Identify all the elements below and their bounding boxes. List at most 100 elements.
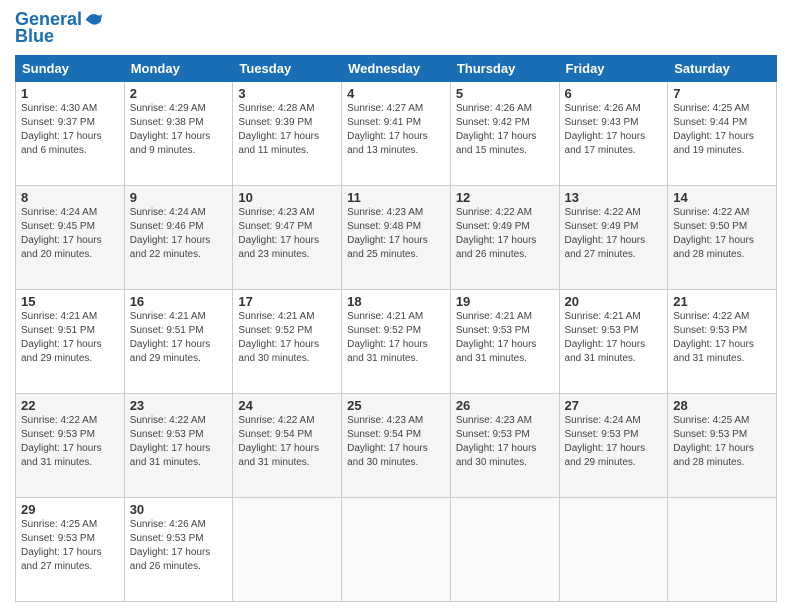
day-number: 11 [347, 190, 445, 205]
calendar-cell: 3Sunrise: 4:28 AMSunset: 9:39 PMDaylight… [233, 82, 342, 186]
day-number: 10 [238, 190, 336, 205]
calendar-cell: 22Sunrise: 4:22 AMSunset: 9:53 PMDayligh… [16, 394, 125, 498]
week-row-3: 15Sunrise: 4:21 AMSunset: 9:51 PMDayligh… [16, 290, 777, 394]
day-info: Sunrise: 4:22 AMSunset: 9:49 PMDaylight:… [456, 206, 554, 262]
day-number: 4 [347, 86, 445, 101]
day-number: 17 [238, 294, 336, 309]
day-info: Sunrise: 4:24 AMSunset: 9:53 PMDaylight:… [565, 414, 663, 470]
day-info: Sunrise: 4:27 AMSunset: 9:41 PMDaylight:… [347, 102, 445, 158]
day-number: 24 [238, 398, 336, 413]
day-number: 5 [456, 86, 554, 101]
calendar-cell [450, 498, 559, 602]
day-info: Sunrise: 4:21 AMSunset: 9:52 PMDaylight:… [238, 310, 336, 366]
calendar-cell [233, 498, 342, 602]
day-number: 22 [21, 398, 119, 413]
week-row-5: 29Sunrise: 4:25 AMSunset: 9:53 PMDayligh… [16, 498, 777, 602]
calendar-cell: 14Sunrise: 4:22 AMSunset: 9:50 PMDayligh… [668, 186, 777, 290]
day-number: 23 [130, 398, 228, 413]
header: General Blue [15, 10, 777, 47]
calendar-header-row: SundayMondayTuesdayWednesdayThursdayFrid… [16, 56, 777, 82]
header-thursday: Thursday [450, 56, 559, 82]
day-info: Sunrise: 4:23 AMSunset: 9:53 PMDaylight:… [456, 414, 554, 470]
calendar-cell: 17Sunrise: 4:21 AMSunset: 9:52 PMDayligh… [233, 290, 342, 394]
calendar-cell: 5Sunrise: 4:26 AMSunset: 9:42 PMDaylight… [450, 82, 559, 186]
calendar-table: SundayMondayTuesdayWednesdayThursdayFrid… [15, 55, 777, 602]
day-info: Sunrise: 4:22 AMSunset: 9:53 PMDaylight:… [21, 414, 119, 470]
calendar-cell: 20Sunrise: 4:21 AMSunset: 9:53 PMDayligh… [559, 290, 668, 394]
day-info: Sunrise: 4:23 AMSunset: 9:54 PMDaylight:… [347, 414, 445, 470]
day-number: 1 [21, 86, 119, 101]
day-number: 6 [565, 86, 663, 101]
header-wednesday: Wednesday [342, 56, 451, 82]
calendar-cell: 26Sunrise: 4:23 AMSunset: 9:53 PMDayligh… [450, 394, 559, 498]
day-info: Sunrise: 4:28 AMSunset: 9:39 PMDaylight:… [238, 102, 336, 158]
day-number: 26 [456, 398, 554, 413]
week-row-1: 1Sunrise: 4:30 AMSunset: 9:37 PMDaylight… [16, 82, 777, 186]
header-saturday: Saturday [668, 56, 777, 82]
day-info: Sunrise: 4:21 AMSunset: 9:51 PMDaylight:… [21, 310, 119, 366]
day-info: Sunrise: 4:22 AMSunset: 9:53 PMDaylight:… [130, 414, 228, 470]
day-info: Sunrise: 4:23 AMSunset: 9:47 PMDaylight:… [238, 206, 336, 262]
logo: General Blue [15, 10, 104, 47]
day-number: 12 [456, 190, 554, 205]
calendar-cell: 6Sunrise: 4:26 AMSunset: 9:43 PMDaylight… [559, 82, 668, 186]
day-number: 3 [238, 86, 336, 101]
day-number: 9 [130, 190, 228, 205]
calendar-cell: 16Sunrise: 4:21 AMSunset: 9:51 PMDayligh… [124, 290, 233, 394]
day-number: 2 [130, 86, 228, 101]
header-friday: Friday [559, 56, 668, 82]
day-info: Sunrise: 4:21 AMSunset: 9:52 PMDaylight:… [347, 310, 445, 366]
calendar-cell: 27Sunrise: 4:24 AMSunset: 9:53 PMDayligh… [559, 394, 668, 498]
header-sunday: Sunday [16, 56, 125, 82]
day-number: 28 [673, 398, 771, 413]
calendar-cell: 1Sunrise: 4:30 AMSunset: 9:37 PMDaylight… [16, 82, 125, 186]
calendar-cell: 28Sunrise: 4:25 AMSunset: 9:53 PMDayligh… [668, 394, 777, 498]
day-number: 29 [21, 502, 119, 517]
calendar-cell: 4Sunrise: 4:27 AMSunset: 9:41 PMDaylight… [342, 82, 451, 186]
calendar-cell: 8Sunrise: 4:24 AMSunset: 9:45 PMDaylight… [16, 186, 125, 290]
day-number: 21 [673, 294, 771, 309]
day-number: 16 [130, 294, 228, 309]
calendar-cell: 24Sunrise: 4:22 AMSunset: 9:54 PMDayligh… [233, 394, 342, 498]
day-info: Sunrise: 4:26 AMSunset: 9:42 PMDaylight:… [456, 102, 554, 158]
calendar-cell: 25Sunrise: 4:23 AMSunset: 9:54 PMDayligh… [342, 394, 451, 498]
day-info: Sunrise: 4:22 AMSunset: 9:50 PMDaylight:… [673, 206, 771, 262]
calendar-cell: 23Sunrise: 4:22 AMSunset: 9:53 PMDayligh… [124, 394, 233, 498]
day-info: Sunrise: 4:24 AMSunset: 9:46 PMDaylight:… [130, 206, 228, 262]
header-tuesday: Tuesday [233, 56, 342, 82]
day-info: Sunrise: 4:22 AMSunset: 9:53 PMDaylight:… [673, 310, 771, 366]
day-info: Sunrise: 4:29 AMSunset: 9:38 PMDaylight:… [130, 102, 228, 158]
day-info: Sunrise: 4:26 AMSunset: 9:43 PMDaylight:… [565, 102, 663, 158]
day-info: Sunrise: 4:26 AMSunset: 9:53 PMDaylight:… [130, 518, 228, 574]
day-info: Sunrise: 4:21 AMSunset: 9:51 PMDaylight:… [130, 310, 228, 366]
calendar-cell: 15Sunrise: 4:21 AMSunset: 9:51 PMDayligh… [16, 290, 125, 394]
day-info: Sunrise: 4:25 AMSunset: 9:44 PMDaylight:… [673, 102, 771, 158]
day-number: 18 [347, 294, 445, 309]
calendar-cell: 13Sunrise: 4:22 AMSunset: 9:49 PMDayligh… [559, 186, 668, 290]
calendar-cell: 30Sunrise: 4:26 AMSunset: 9:53 PMDayligh… [124, 498, 233, 602]
day-info: Sunrise: 4:25 AMSunset: 9:53 PMDaylight:… [673, 414, 771, 470]
page: General Blue SundayMondayTuesdayWednesda… [0, 0, 792, 612]
calendar-cell: 7Sunrise: 4:25 AMSunset: 9:44 PMDaylight… [668, 82, 777, 186]
calendar-cell: 2Sunrise: 4:29 AMSunset: 9:38 PMDaylight… [124, 82, 233, 186]
calendar-cell: 21Sunrise: 4:22 AMSunset: 9:53 PMDayligh… [668, 290, 777, 394]
day-number: 30 [130, 502, 228, 517]
day-info: Sunrise: 4:22 AMSunset: 9:49 PMDaylight:… [565, 206, 663, 262]
day-info: Sunrise: 4:22 AMSunset: 9:54 PMDaylight:… [238, 414, 336, 470]
day-info: Sunrise: 4:24 AMSunset: 9:45 PMDaylight:… [21, 206, 119, 262]
calendar-cell: 11Sunrise: 4:23 AMSunset: 9:48 PMDayligh… [342, 186, 451, 290]
day-number: 15 [21, 294, 119, 309]
calendar-cell: 19Sunrise: 4:21 AMSunset: 9:53 PMDayligh… [450, 290, 559, 394]
logo-icon [84, 10, 104, 30]
week-row-2: 8Sunrise: 4:24 AMSunset: 9:45 PMDaylight… [16, 186, 777, 290]
day-number: 8 [21, 190, 119, 205]
day-number: 13 [565, 190, 663, 205]
calendar-cell [668, 498, 777, 602]
day-number: 27 [565, 398, 663, 413]
header-monday: Monday [124, 56, 233, 82]
calendar-cell [342, 498, 451, 602]
day-number: 14 [673, 190, 771, 205]
week-row-4: 22Sunrise: 4:22 AMSunset: 9:53 PMDayligh… [16, 394, 777, 498]
day-info: Sunrise: 4:30 AMSunset: 9:37 PMDaylight:… [21, 102, 119, 158]
calendar-cell: 18Sunrise: 4:21 AMSunset: 9:52 PMDayligh… [342, 290, 451, 394]
